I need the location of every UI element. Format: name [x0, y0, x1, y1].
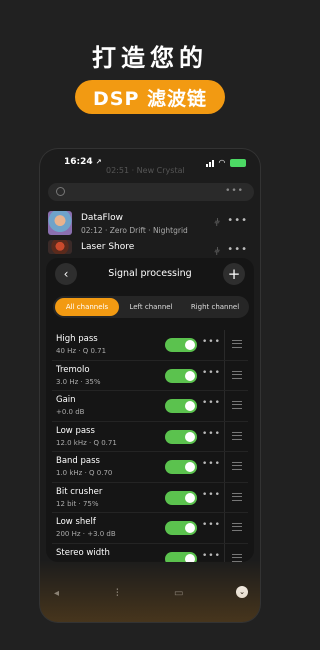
effect-toggle[interactable]	[165, 490, 197, 505]
track-subtitle: 02:12 · Zero Drift · Nightgrid	[81, 226, 188, 235]
more-icon[interactable]: •••	[202, 398, 221, 408]
status-time-text: 16:24	[64, 157, 93, 167]
equalizer-icon[interactable]: ⫩	[214, 247, 220, 258]
wifi-icon: ◠	[218, 158, 225, 167]
tab-all-channels[interactable]: All channels	[55, 298, 119, 316]
effect-name: Tremolo	[56, 364, 90, 375]
effect-detail: 12.0 kHz · Q 0.71	[56, 438, 117, 447]
effect-row[interactable]: Bit crusher 12 bit · 75% •••	[52, 483, 248, 513]
effect-name: Bit crusher	[56, 486, 103, 497]
effect-toggle[interactable]	[165, 460, 197, 474]
drag-handle-icon[interactable]	[232, 523, 242, 531]
effect-name: Low shelf	[56, 517, 96, 527]
promo-pill: DSP 滤波链	[75, 80, 225, 114]
drag-handle-icon[interactable]	[232, 462, 242, 470]
more-icon[interactable]: •••	[227, 215, 248, 226]
track-title: Laser Shore	[81, 242, 135, 252]
phone-frame: 16:24 ↗ ◠ 02:51 · New Crystal ••• DataFl…	[40, 149, 260, 622]
track-item[interactable]: DataFlow 02:12 · Zero Drift · Nightgrid …	[48, 211, 254, 239]
toggle-knob	[185, 340, 195, 350]
panel-header: ‹ Signal processing +	[46, 258, 254, 290]
more-icon[interactable]: •••	[202, 490, 221, 500]
more-icon[interactable]: •••	[202, 520, 221, 530]
effect-toggle[interactable]	[165, 399, 197, 413]
drag-handle-icon[interactable]	[232, 370, 242, 379]
effect-toggle[interactable]	[165, 338, 197, 352]
status-time: 16:24 ↗	[64, 157, 102, 167]
toggle-knob	[185, 492, 195, 503]
phone-glow	[40, 560, 260, 622]
search-bar[interactable]: •••	[48, 183, 254, 201]
add-effect-button[interactable]: +	[223, 263, 245, 285]
more-icon[interactable]: •••	[202, 459, 221, 469]
effect-row[interactable]: Low pass 12.0 kHz · Q 0.71 •••	[52, 422, 248, 452]
effect-name: Gain	[56, 395, 76, 405]
cellular-signal-icon	[205, 159, 214, 167]
drag-handle-icon[interactable]	[232, 401, 242, 409]
effect-name: High pass	[56, 334, 98, 344]
now-playing-title: 02:51 · New Crystal	[106, 166, 185, 175]
effect-detail: 1.0 kHz · Q 0.70	[56, 469, 113, 477]
effect-toggle[interactable]	[165, 521, 197, 535]
battery-icon	[230, 158, 246, 167]
tab-left-channel[interactable]: Left channel	[119, 298, 183, 316]
effect-row[interactable]: Band pass 1.0 kHz · Q 0.70 •••	[52, 452, 248, 483]
more-icon[interactable]: •••	[202, 337, 221, 347]
drag-handle-icon[interactable]	[232, 340, 242, 348]
effect-name: Low pass	[56, 425, 95, 436]
effect-name: Band pass	[56, 456, 100, 466]
drag-handle-icon[interactable]	[232, 431, 242, 440]
search-icon	[56, 187, 65, 196]
plus-icon: +	[227, 265, 241, 283]
effect-list: High pass 40 Hz · Q 0.71 ••• Tremolo 3.0 Hz …	[52, 330, 248, 562]
promo-headline: 打造您的	[92, 44, 208, 72]
signal-processing-panel: ‹ Signal processing + All channels Left …	[46, 258, 254, 562]
album-art	[48, 211, 72, 235]
effect-toggle[interactable]	[165, 368, 197, 383]
status-icons: ◠	[205, 158, 246, 167]
effect-detail: +0.0 dB	[56, 408, 85, 416]
effect-detail: 200 Hz · +3.0 dB	[56, 530, 116, 538]
album-art	[48, 240, 72, 254]
effect-row[interactable]: High pass 40 Hz · Q 0.71 •••	[52, 330, 248, 361]
toggle-knob	[185, 462, 195, 472]
toggle-knob	[185, 370, 195, 381]
equalizer-icon[interactable]: ⫩	[214, 218, 220, 229]
toggle-knob	[185, 523, 195, 533]
more-icon[interactable]: •••	[202, 368, 221, 378]
track-title: DataFlow	[81, 213, 124, 223]
channel-selector: All channels Left channel Right channel	[53, 296, 249, 318]
effect-name: Stereo width	[56, 547, 110, 558]
effect-row[interactable]: Tremolo 3.0 Hz · 35% •••	[52, 361, 248, 391]
drag-handle-icon[interactable]	[232, 492, 242, 501]
effect-row[interactable]: Gain +0.0 dB •••	[52, 391, 248, 422]
toggle-knob	[185, 401, 195, 411]
more-icon[interactable]: •••	[227, 244, 248, 255]
effect-row[interactable]: Low shelf 200 Hz · +3.0 dB •••	[52, 513, 248, 544]
location-icon: ↗	[95, 158, 102, 166]
effect-detail: 3.0 Hz · 35%	[56, 377, 101, 386]
more-icon[interactable]: •••	[202, 551, 221, 561]
search-more-icon[interactable]: •••	[225, 186, 244, 196]
more-icon[interactable]: •••	[202, 429, 221, 439]
effect-toggle[interactable]	[165, 429, 197, 444]
effect-detail: 40 Hz · Q 0.71	[56, 347, 107, 355]
toggle-knob	[185, 431, 195, 442]
tab-right-channel[interactable]: Right channel	[183, 298, 247, 316]
effect-detail: 12 bit · 75%	[56, 499, 99, 508]
